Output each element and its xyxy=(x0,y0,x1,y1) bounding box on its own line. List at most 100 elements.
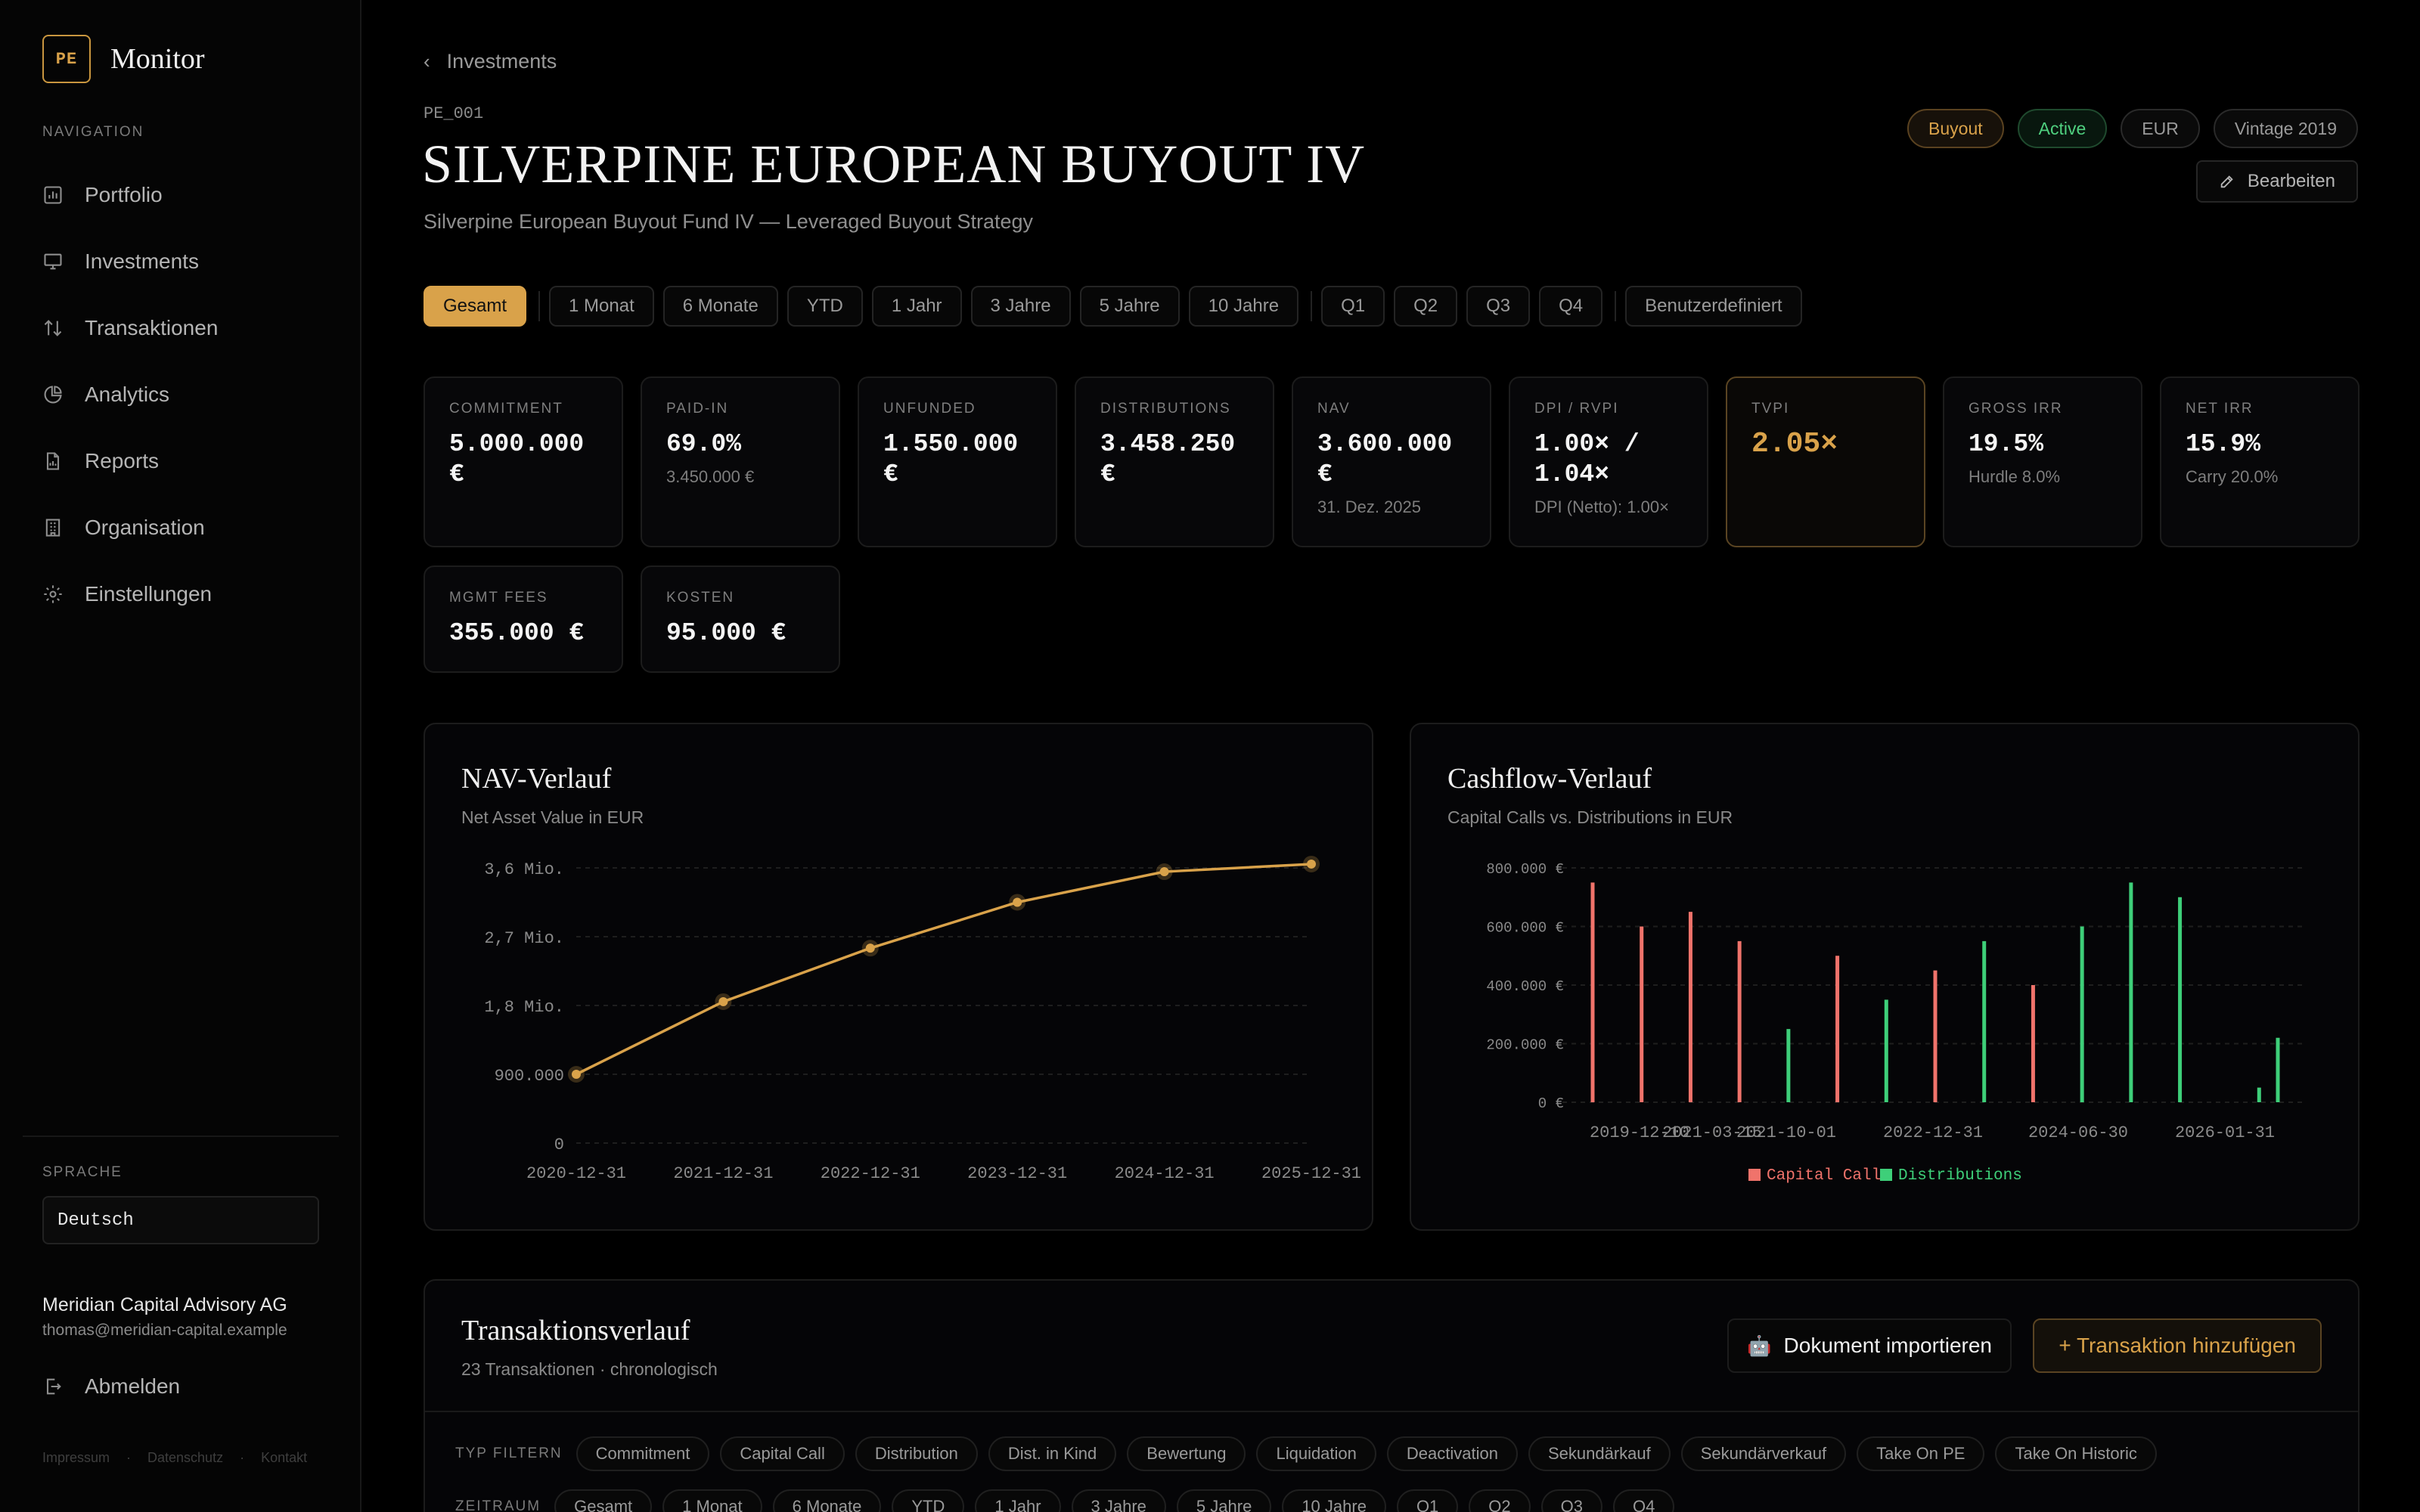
period-1-jahr[interactable]: 1 Jahr xyxy=(871,286,962,327)
org-name: Meridian Capital Advisory AG xyxy=(42,1294,287,1315)
period-q1[interactable]: Q1 xyxy=(1321,286,1385,327)
footer-links: Impressum · Datenschutz · Kontakt xyxy=(42,1450,307,1466)
kpi-sub: 31. Dez. 2025 xyxy=(1317,497,1421,516)
y-tick-label: 2,7 Mio. xyxy=(484,929,564,948)
tx-period-1-jahr[interactable]: 1 Jahr xyxy=(975,1489,1061,1512)
filter-distribution[interactable]: Distribution xyxy=(855,1436,978,1471)
sidebar-item-einstellungen[interactable]: Einstellungen xyxy=(42,561,330,627)
fund-code: PE_001 xyxy=(424,104,484,123)
period-ytd[interactable]: YTD xyxy=(786,286,863,327)
sidebar-item-analytics[interactable]: Analytics xyxy=(42,361,330,428)
period-q4[interactable]: Q4 xyxy=(1539,286,1603,327)
sidebar-item-reports[interactable]: Reports xyxy=(42,428,330,494)
filter-dist-in-kind[interactable]: Dist. in Kind xyxy=(988,1436,1117,1471)
filter-take-on-pe[interactable]: Take On PE xyxy=(1857,1436,1985,1471)
sidebar-item-investments[interactable]: Investments xyxy=(42,228,330,295)
filter-deactivation[interactable]: Deactivation xyxy=(1386,1436,1518,1471)
tx-period-3-jahre[interactable]: 3 Jahre xyxy=(1071,1489,1166,1512)
kpi-value: 19.5% xyxy=(1969,430,2044,458)
strategy-badge: Buyout xyxy=(1907,109,2004,148)
period-5-jahre[interactable]: 5 Jahre xyxy=(1079,286,1180,327)
tx-period-q3[interactable]: Q3 xyxy=(1540,1489,1603,1512)
capital-call-bar xyxy=(2031,985,2035,1102)
tx-period-gesamt[interactable]: Gesamt xyxy=(554,1489,653,1512)
language-heading: SPRACHE xyxy=(42,1164,123,1180)
logout-button[interactable]: Abmelden xyxy=(42,1374,180,1399)
building-icon xyxy=(42,517,64,538)
type-filter-label: TYP FILTERN xyxy=(455,1445,563,1461)
period-q2[interactable]: Q2 xyxy=(1394,286,1458,327)
language-select[interactable]: Deutsch xyxy=(42,1196,319,1244)
footer-link-impressum[interactable]: Impressum xyxy=(42,1450,110,1466)
import-document-button[interactable]: 🤖 Dokument importieren xyxy=(1727,1318,2012,1373)
tx-period-1-monat[interactable]: 1 Monat xyxy=(662,1489,762,1512)
sidebar-item-label: Portfolio xyxy=(85,183,163,206)
footer-link-kontakt[interactable]: Kontakt xyxy=(261,1450,307,1466)
kpi-sub: Carry 20.0% xyxy=(2186,467,2279,486)
filter-commitment[interactable]: Commitment xyxy=(576,1436,710,1471)
distribution-bar xyxy=(2080,926,2084,1102)
tx-period-10-jahre[interactable]: 10 Jahre xyxy=(1282,1489,1386,1512)
x-tick-label: 2021-10-01 xyxy=(1736,1123,1836,1142)
tx-period-q2[interactable]: Q2 xyxy=(1469,1489,1531,1512)
footer-link-datenschutz[interactable]: Datenschutz xyxy=(147,1450,223,1466)
period-q3[interactable]: Q3 xyxy=(1466,286,1531,327)
kpi-nav: NAV 3.600.000 € 31. Dez. 2025 xyxy=(1292,376,1491,547)
edit-button[interactable]: Bearbeiten xyxy=(2195,160,2358,203)
pie-chart-icon xyxy=(42,384,64,405)
back-link[interactable]: ‹ Investments xyxy=(424,50,557,73)
period-10-jahre[interactable]: 10 Jahre xyxy=(1188,286,1299,327)
chevron-left-icon: ‹ xyxy=(424,50,430,73)
filter-take-on-historic[interactable]: Take On Historic xyxy=(1995,1436,2157,1471)
sidebar-item-portfolio[interactable]: Portfolio xyxy=(42,162,330,228)
filter-liquidation[interactable]: Liquidation xyxy=(1256,1436,1376,1471)
filter-sekundaerverkauf[interactable]: Sekundärverkauf xyxy=(1680,1436,1847,1471)
vintage-badge: Vintage 2019 xyxy=(2213,109,2358,148)
gear-icon xyxy=(42,584,64,605)
kpi-value: 1.550.000 € xyxy=(883,430,1019,488)
kpi-tvpi: TVPI 2.05× xyxy=(1726,376,1925,547)
kpi-value: 1.00× / 1.04× xyxy=(1534,430,1640,488)
brand-logo[interactable]: PE Monitor xyxy=(42,35,205,83)
capital-call-bar xyxy=(1688,912,1692,1102)
filter-sekundaerkauf[interactable]: Sekundärkauf xyxy=(1528,1436,1671,1471)
status-badge: Active xyxy=(2017,109,2108,148)
monitor-icon xyxy=(42,251,64,272)
sidebar-item-organisation[interactable]: Organisation xyxy=(42,494,330,561)
period-6-monate[interactable]: 6 Monate xyxy=(662,286,778,327)
kpi-label: NAV xyxy=(1317,401,1351,417)
period-gesamt[interactable]: Gesamt xyxy=(424,286,527,327)
org-email: thomas@meridian-capital.example xyxy=(42,1321,287,1339)
tx-period-5-jahre[interactable]: 5 Jahre xyxy=(1176,1489,1272,1512)
footer-separator: · xyxy=(240,1450,245,1465)
period-custom[interactable]: Benutzerdefiniert xyxy=(1625,286,1802,327)
kpi-label: TVPI xyxy=(1751,401,1790,417)
sidebar-divider xyxy=(23,1136,339,1137)
kpi-net-irr: NET IRR 15.9% Carry 20.0% xyxy=(2160,376,2360,547)
kpi-label: COMMITMENT xyxy=(449,401,563,417)
capital-call-bar xyxy=(1933,970,1938,1102)
tx-period-6-monate[interactable]: 6 Monate xyxy=(772,1489,882,1512)
period-selector: Gesamt 1 Monat 6 Monate YTD 1 Jahr 3 Jah… xyxy=(424,286,1811,327)
tx-period-q1[interactable]: Q1 xyxy=(1396,1489,1459,1512)
tx-period-ytd[interactable]: YTD xyxy=(892,1489,965,1512)
period-3-jahre[interactable]: 3 Jahre xyxy=(970,286,1071,327)
type-filter-row: TYP FILTERN Commitment Capital Call Dist… xyxy=(455,1436,2167,1471)
brand-name: Monitor xyxy=(110,43,205,75)
divider xyxy=(1311,291,1313,321)
edit-label: Bearbeiten xyxy=(2247,171,2335,191)
nav-series-line xyxy=(576,863,1312,1076)
footer-separator: · xyxy=(126,1450,132,1465)
filter-capital-call[interactable]: Capital Call xyxy=(720,1436,845,1471)
period-1-monat[interactable]: 1 Monat xyxy=(549,286,654,327)
add-transaction-button[interactable]: + Transaktion hinzufügen xyxy=(2033,1318,2322,1373)
logout-icon xyxy=(46,1378,61,1395)
sidebar-item-transaktionen[interactable]: Transaktionen xyxy=(42,295,330,361)
x-tick-label: 2022-12-31 xyxy=(1883,1123,1983,1142)
robot-icon: 🤖 xyxy=(1747,1334,1772,1357)
y-tick-label: 0 € xyxy=(1538,1095,1564,1112)
distribution-bar xyxy=(2129,882,2133,1102)
filter-bewertung[interactable]: Bewertung xyxy=(1127,1436,1246,1471)
legend-swatch-distributions xyxy=(1880,1169,1892,1181)
tx-period-q4[interactable]: Q4 xyxy=(1613,1489,1675,1512)
